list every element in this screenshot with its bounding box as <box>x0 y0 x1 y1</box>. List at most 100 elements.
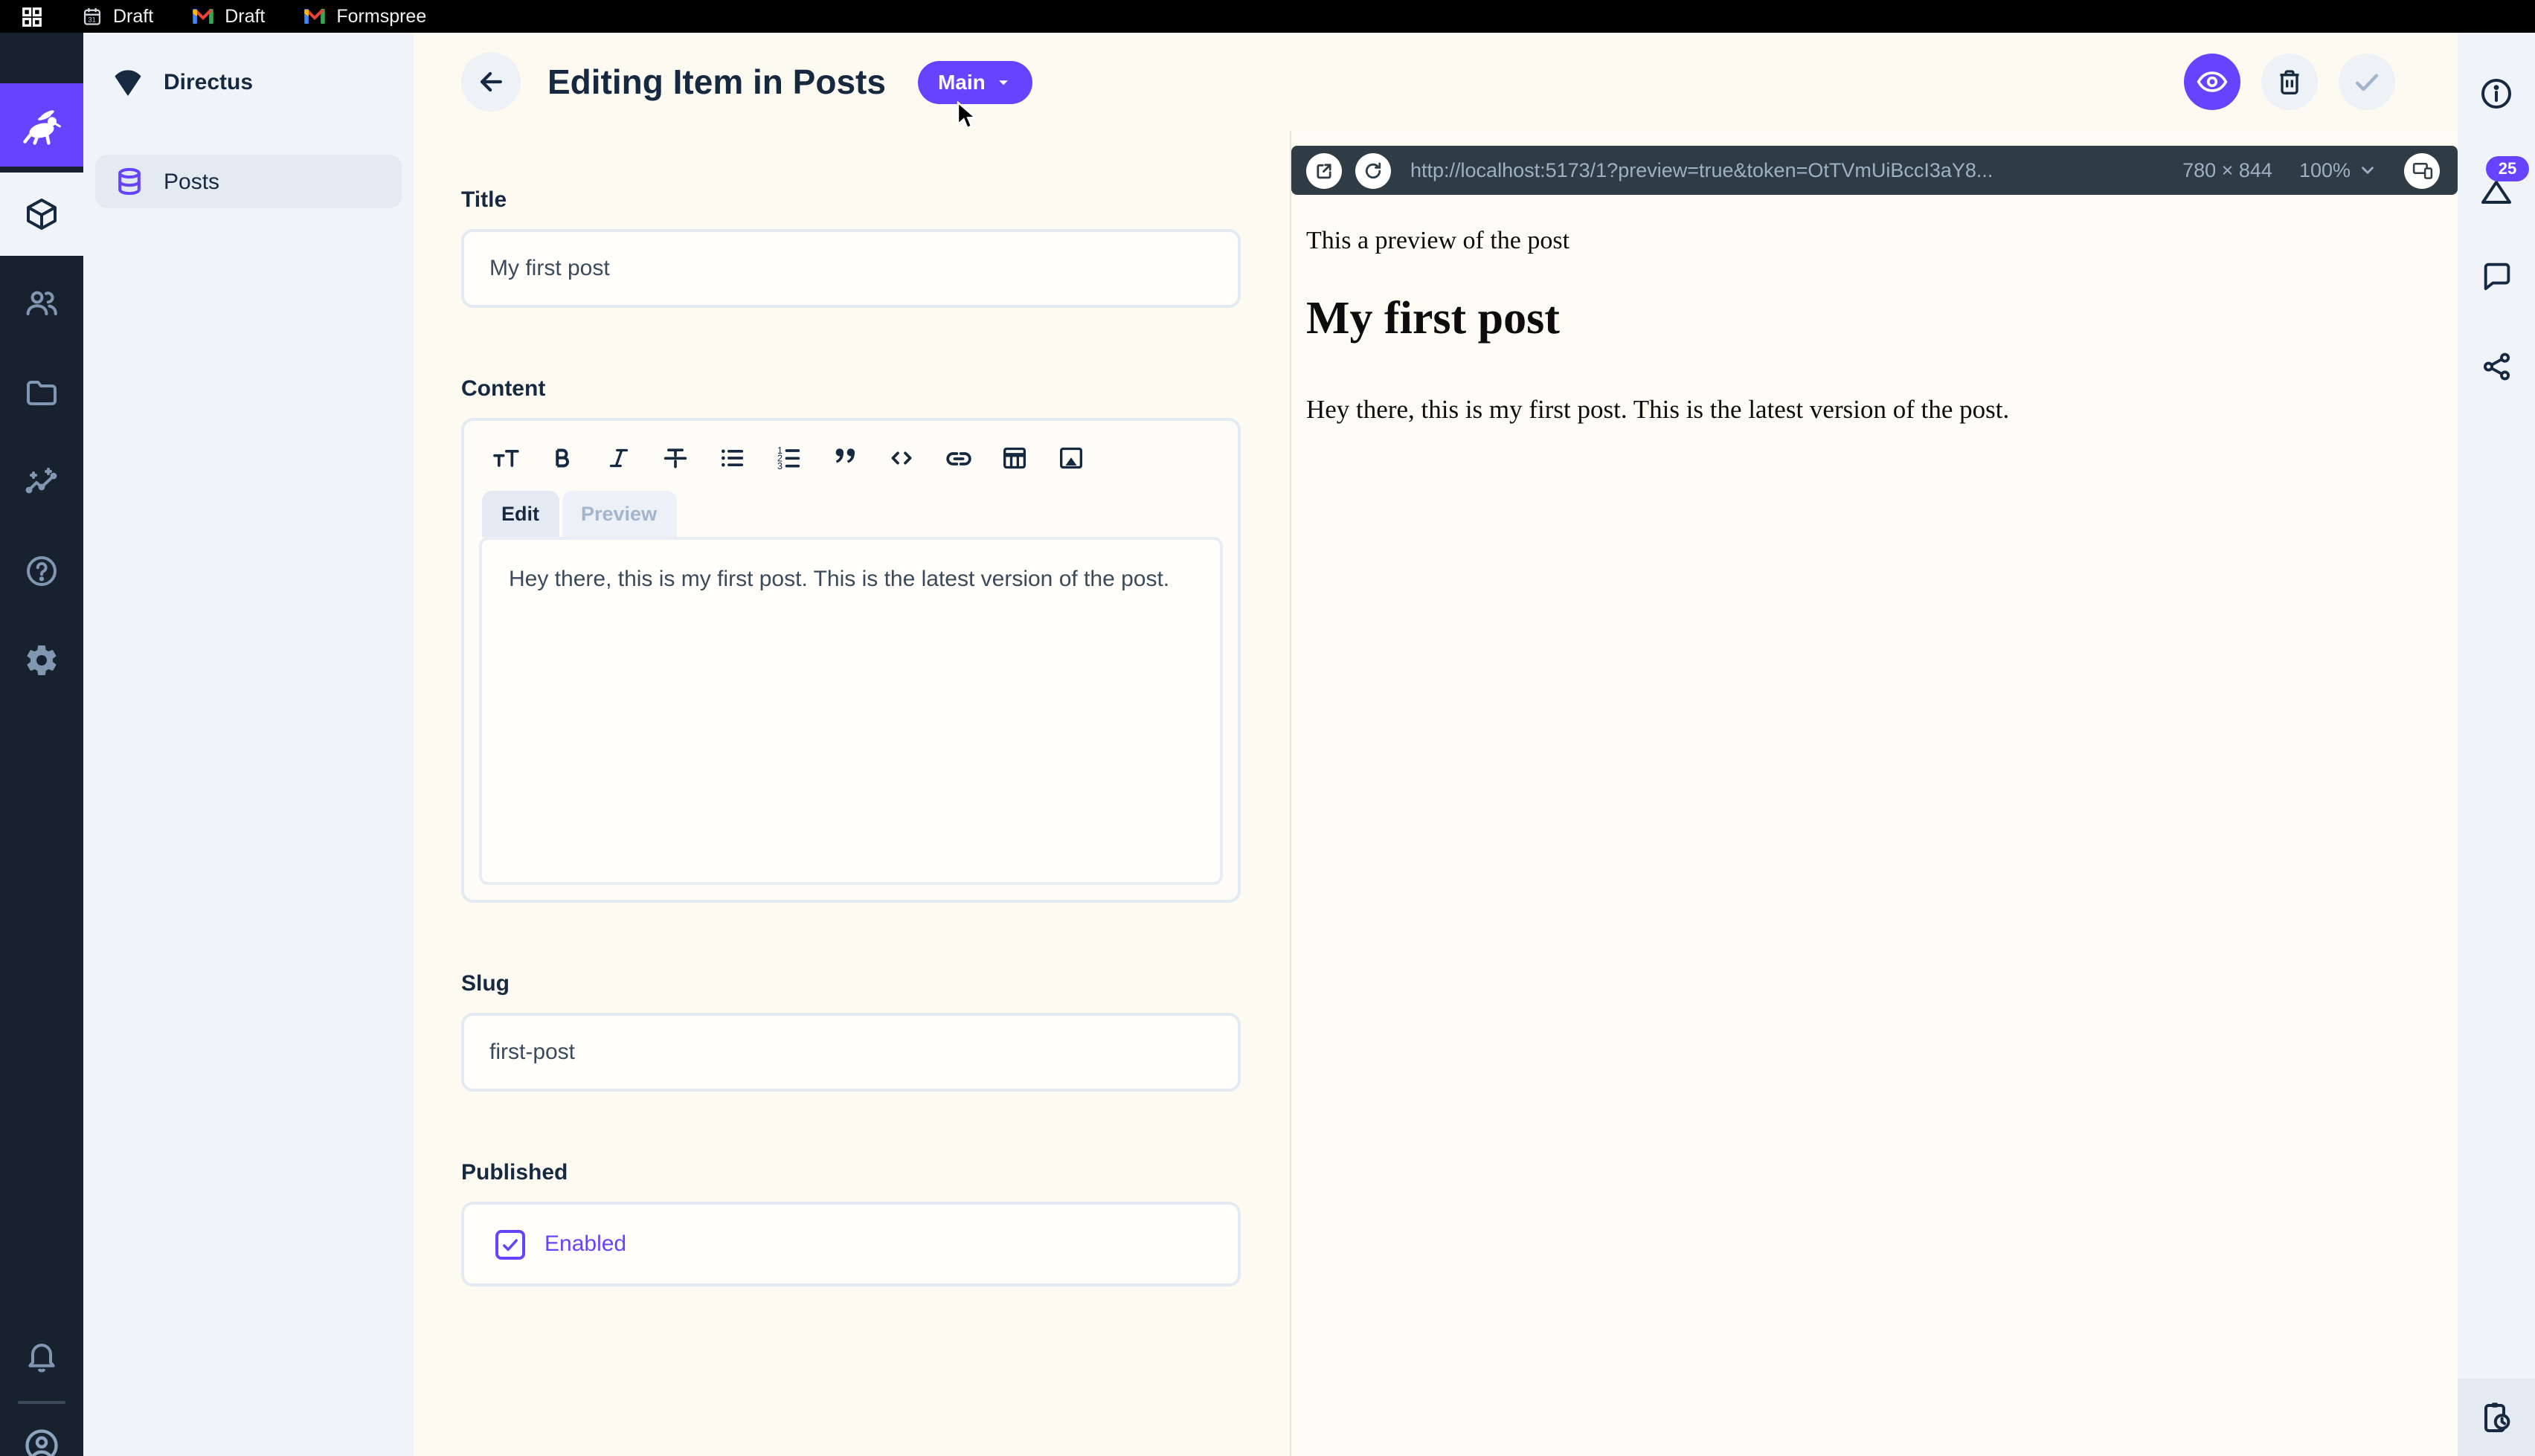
insights-icon <box>24 464 60 500</box>
folder-icon <box>24 375 60 410</box>
numbered-list-icon[interactable]: 123 <box>771 440 806 476</box>
calendar-icon: 31 <box>82 6 103 27</box>
bell-icon <box>24 1339 60 1374</box>
share-icon <box>2479 349 2513 383</box>
avatar-icon <box>22 1426 61 1456</box>
preview-intro-text: This a preview of the post <box>1306 226 2428 256</box>
browser-tab-formspree[interactable]: Formspree <box>303 6 426 27</box>
gmail-icon <box>192 7 214 25</box>
checkbox-label: Enabled <box>544 1231 626 1257</box>
italic-icon[interactable] <box>601 440 637 476</box>
sidebar-item-label: Posts <box>164 169 219 194</box>
field-published: Published Enabled <box>461 1160 1241 1286</box>
device-toggle-button[interactable] <box>2404 152 2440 188</box>
content-textarea[interactable]: Hey there, this is my first post. This i… <box>479 537 1223 885</box>
checkbox-checked-icon[interactable] <box>495 1229 525 1259</box>
module-settings[interactable] <box>0 619 83 702</box>
module-files[interactable] <box>0 351 83 434</box>
field-label: Published <box>461 1160 1241 1185</box>
module-insights[interactable] <box>0 440 83 524</box>
tab-label: Formspree <box>336 6 426 27</box>
mouse-cursor <box>955 101 980 131</box>
revisions-count-badge: 25 <box>2486 156 2529 181</box>
preview-url-input[interactable]: http://localhost:5173/1?preview=true&tok… <box>1410 159 2169 181</box>
directus-logo[interactable] <box>0 83 83 167</box>
table-icon[interactable] <box>997 440 1032 476</box>
info-icon <box>2478 76 2514 112</box>
trash-icon <box>2275 67 2304 97</box>
tab-preview[interactable]: Preview <box>562 491 676 537</box>
notifications-button[interactable] <box>0 1315 83 1398</box>
version-label: Main <box>938 70 986 94</box>
sidebar-toggle-button[interactable] <box>2458 1379 2535 1456</box>
live-preview-pane: http://localhost:5173/1?preview=true&tok… <box>1290 131 2458 1456</box>
help-icon <box>24 553 60 589</box>
check-icon <box>2351 65 2383 98</box>
module-content[interactable] <box>0 173 83 256</box>
box-icon <box>24 196 60 232</box>
tab-overview-icon[interactable] <box>21 5 43 28</box>
people-icon <box>24 286 60 321</box>
field-label: Slug <box>461 971 1241 996</box>
svg-text:31: 31 <box>88 16 95 24</box>
title-input[interactable] <box>461 229 1241 308</box>
external-link-icon <box>1314 160 1334 181</box>
gmail-icon <box>303 7 326 25</box>
back-button[interactable] <box>461 52 521 112</box>
image-icon[interactable] <box>1053 440 1089 476</box>
heading-icon[interactable] <box>488 440 524 476</box>
blockquote-icon[interactable] <box>827 440 863 476</box>
strikethrough-icon[interactable] <box>658 440 693 476</box>
tab-label: Draft <box>225 6 265 27</box>
zoom-value: 100% <box>2299 159 2351 181</box>
field-label: Content <box>461 376 1241 402</box>
tab-edit[interactable]: Edit <box>482 491 559 537</box>
markdown-toolbar: 123 <box>464 421 1238 488</box>
comments-button[interactable] <box>2478 257 2514 293</box>
account-button[interactable] <box>0 1404 83 1456</box>
item-form: Title Content <box>414 131 1290 1456</box>
browser-tab-draft-2[interactable]: Draft <box>192 6 265 27</box>
slug-input[interactable] <box>461 1013 1241 1092</box>
bold-icon[interactable] <box>544 440 580 476</box>
right-sidebar: 25 <box>2458 33 2535 1456</box>
shares-button[interactable] <box>2478 348 2514 384</box>
bulleted-list-icon[interactable] <box>714 440 750 476</box>
tab-label: Draft <box>113 6 153 27</box>
module-bar <box>0 33 83 1456</box>
version-dropdown-button[interactable]: Main <box>919 60 1033 103</box>
browser-tab-bar: 31 Draft Draft Formspree <box>0 0 2535 33</box>
page-title: Editing Item in Posts <box>547 62 886 102</box>
project-name: Directus <box>164 69 253 94</box>
preview-body-text: Hey there, this is my first post. This i… <box>1306 394 2428 425</box>
code-icon[interactable] <box>884 440 919 476</box>
preview-toggle-button[interactable] <box>2184 54 2240 110</box>
module-help[interactable] <box>0 529 83 613</box>
gear-icon <box>24 642 60 678</box>
directus-project-icon <box>110 64 146 100</box>
project-header[interactable]: Directus <box>83 33 414 131</box>
svg-text:3: 3 <box>777 461 783 471</box>
editor-tabs: Edit Preview <box>464 491 1238 537</box>
published-toggle[interactable]: Enabled <box>461 1202 1241 1286</box>
refresh-icon <box>1363 160 1384 181</box>
module-users[interactable] <box>0 262 83 345</box>
pending-actions-icon <box>2478 1399 2514 1435</box>
delete-button[interactable] <box>2261 54 2318 110</box>
zoom-select[interactable]: 100% <box>2299 159 2377 181</box>
link-icon[interactable] <box>940 440 976 476</box>
browser-tab-draft-1[interactable]: 31 Draft <box>82 6 153 27</box>
save-button[interactable] <box>2339 54 2395 110</box>
rabbit-icon <box>19 103 64 147</box>
information-button[interactable] <box>2478 76 2514 112</box>
open-in-new-button[interactable] <box>1306 152 1342 188</box>
preview-url-bar: http://localhost:5173/1?preview=true&tok… <box>1291 146 2458 195</box>
devices-icon <box>2411 159 2433 181</box>
preview-size-label: 780 × 844 <box>2182 159 2272 181</box>
eye-icon <box>2196 65 2229 98</box>
comment-icon <box>2479 258 2513 292</box>
caret-down-icon <box>995 72 1014 91</box>
sidebar-item-posts[interactable]: Posts <box>95 155 402 208</box>
page-header: Editing Item in Posts Main <box>414 33 2458 131</box>
refresh-button[interactable] <box>1355 152 1391 188</box>
